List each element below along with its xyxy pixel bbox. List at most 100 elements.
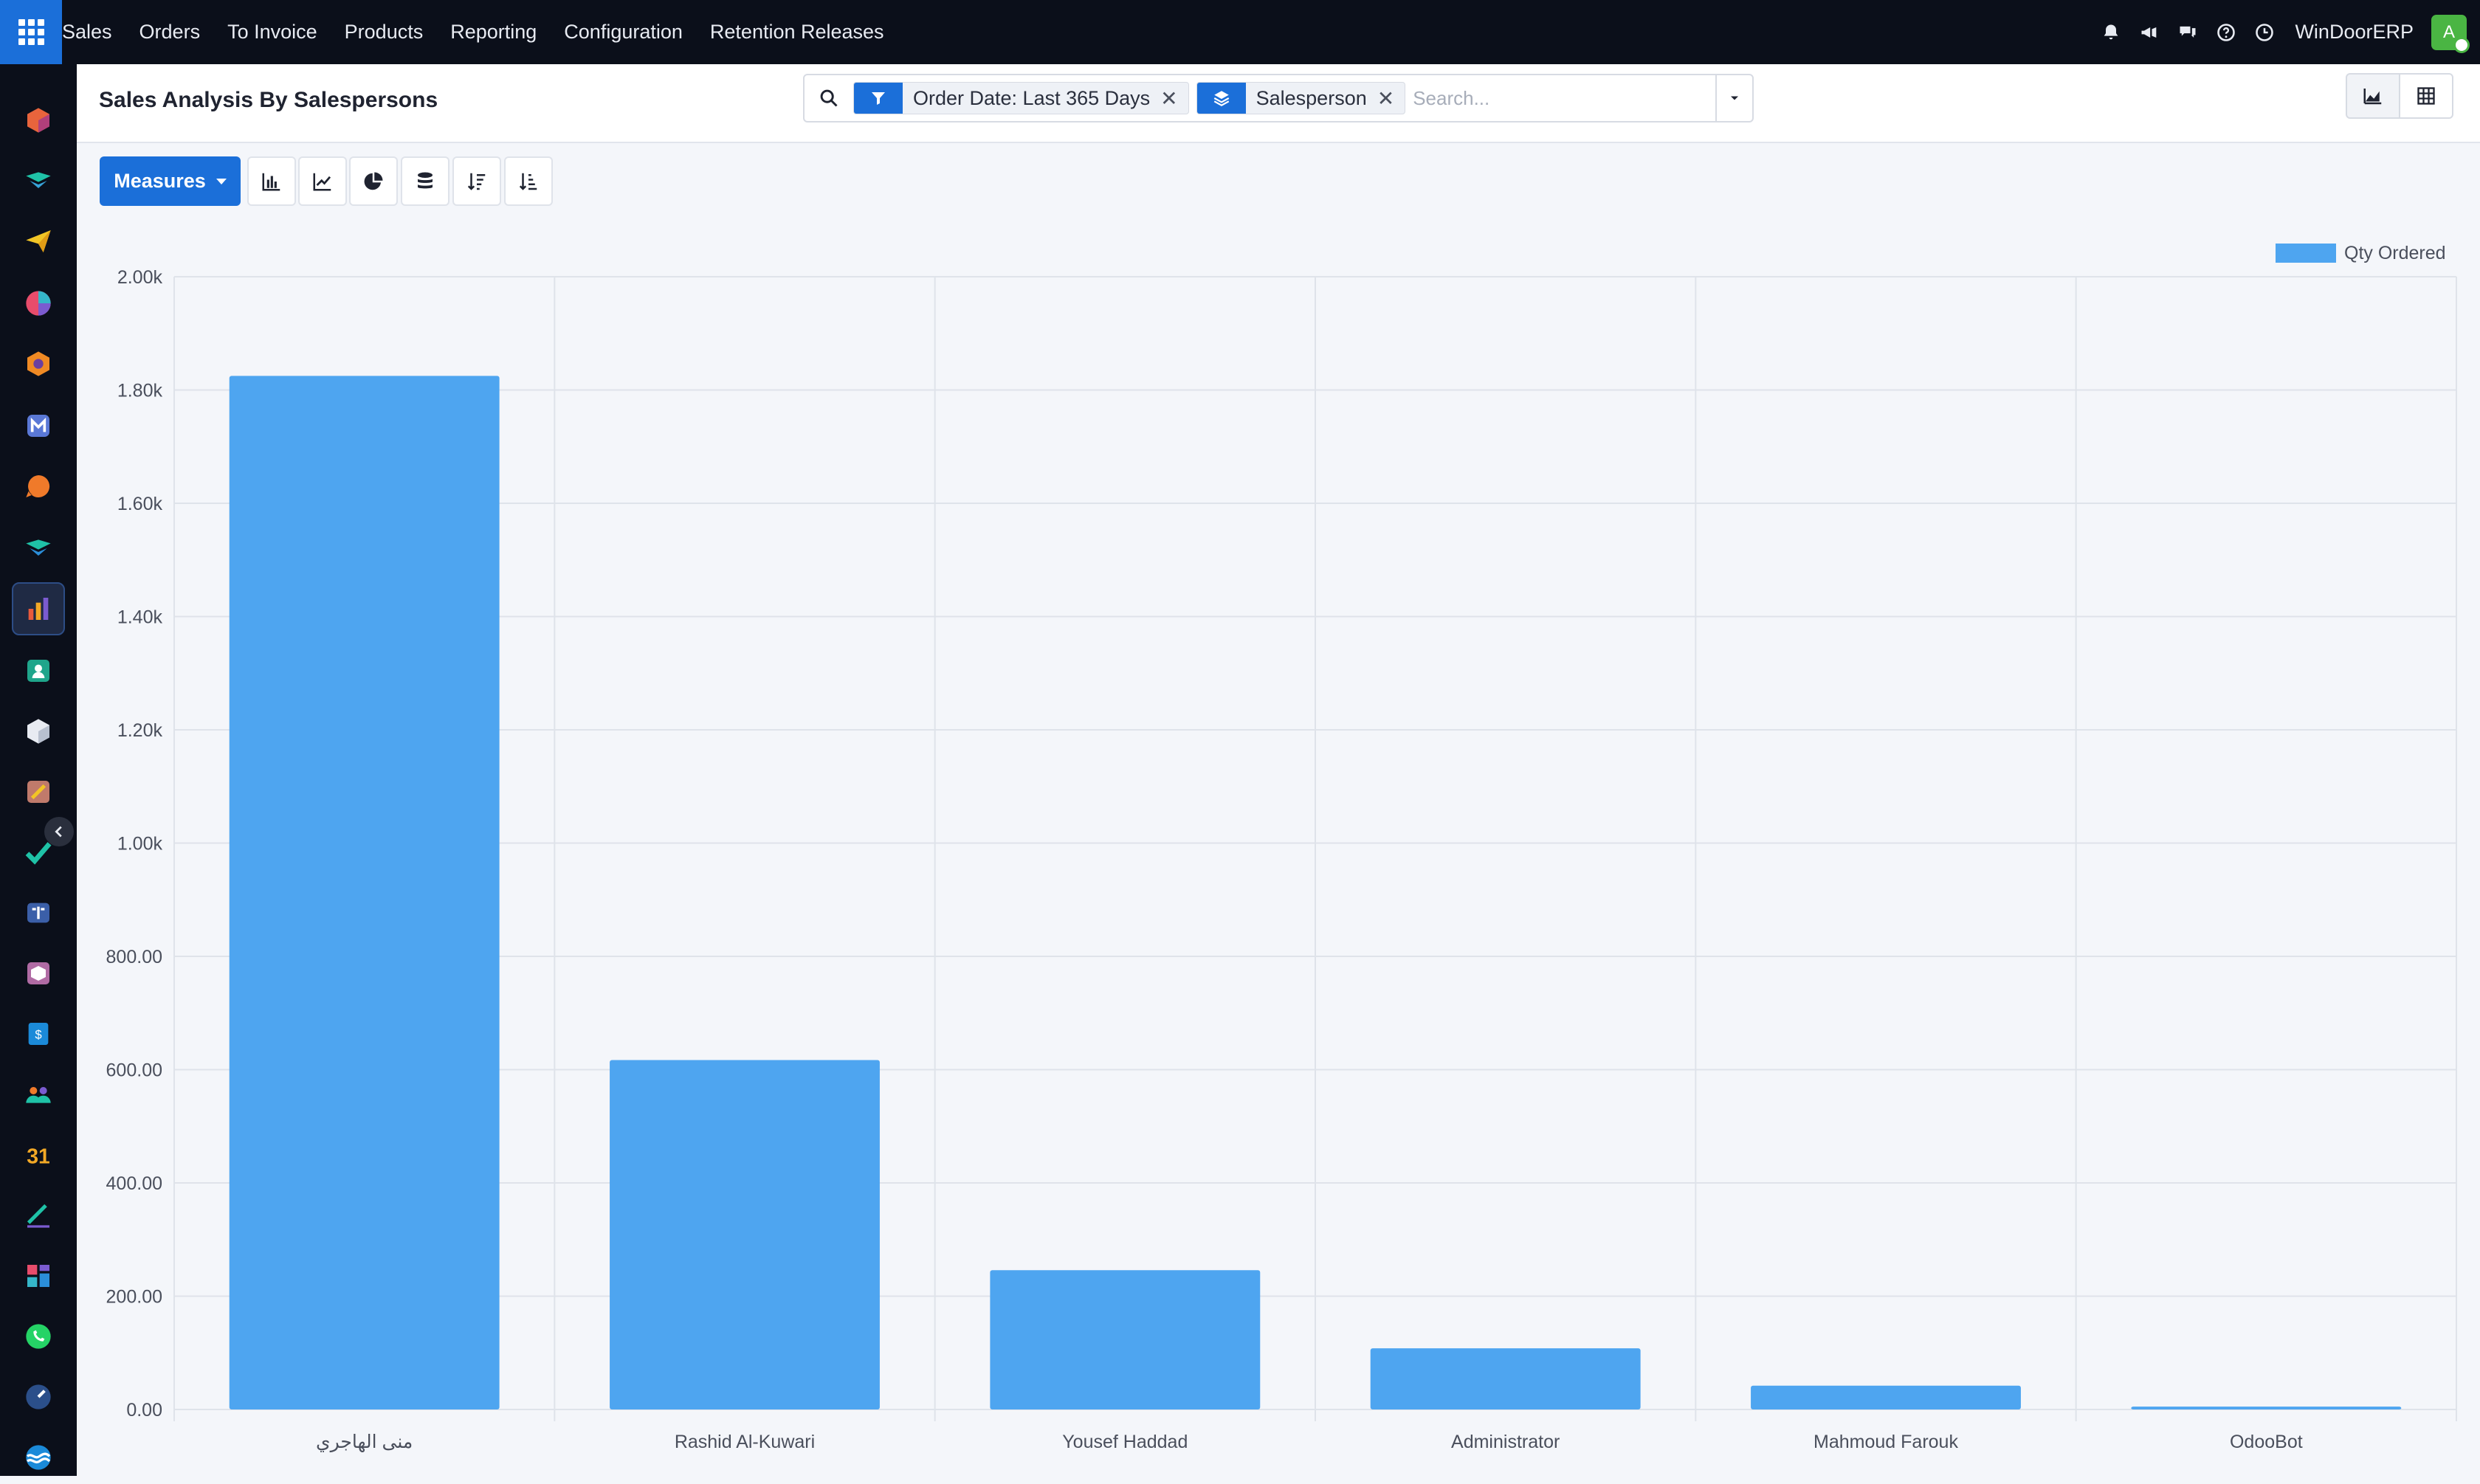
sidebar-app-contacts-icon[interactable] — [12, 644, 65, 697]
chat-icon[interactable] — [2177, 21, 2199, 44]
sidebar-app-paperplane-icon[interactable] — [12, 215, 65, 268]
chevron-left-icon — [55, 826, 62, 838]
y-tick-label: 1.20k — [117, 720, 163, 741]
bar[interactable] — [1751, 1385, 2021, 1409]
sidebar-collapse-button[interactable] — [44, 817, 74, 846]
measures-dropdown-button[interactable]: Measures — [100, 156, 241, 206]
user-avatar[interactable]: A — [2431, 14, 2470, 53]
megaphone-icon[interactable] — [2138, 21, 2160, 44]
sidebar-app-sign-icon[interactable] — [12, 1189, 65, 1242]
page-title: Sales Analysis By Salespersons — [99, 88, 438, 112]
line-chart-icon — [313, 173, 331, 190]
sidebar-app-mail-icon[interactable] — [12, 399, 65, 452]
bell-icon[interactable] — [2100, 21, 2122, 44]
control-panel: Sales Analysis By Salespersons Order Dat… — [77, 64, 2480, 143]
remove-groupby-icon[interactable]: ✕ — [1377, 86, 1405, 111]
graph-view-button[interactable] — [2346, 73, 2400, 119]
bar-chart-icon — [262, 173, 280, 190]
x-tick-label: Rashid Al-Kuwari — [675, 1432, 815, 1452]
y-tick-label: 1.80k — [117, 381, 163, 401]
sidebar-app-layers-icon[interactable] — [12, 522, 65, 575]
bar[interactable] — [1370, 1348, 1641, 1409]
y-tick-label: 600.00 — [106, 1060, 162, 1081]
search-bar: Order Date: Last 365 Days ✕ Salesperson … — [803, 74, 1754, 122]
menu-retention-releases[interactable]: Retention Releases — [710, 21, 884, 44]
stacked-icon — [418, 172, 433, 188]
area-chart-icon — [2363, 89, 2382, 105]
x-tick-label: OdooBot — [2230, 1432, 2303, 1452]
company-name[interactable]: WinDoorERP — [2295, 21, 2414, 44]
sidebar-app-box-icon[interactable] — [12, 947, 65, 1000]
menu-sales[interactable]: Sales — [62, 21, 112, 44]
y-tick-label: 0.00 — [126, 1400, 162, 1421]
sidebar-app-team-icon[interactable] — [12, 1068, 65, 1121]
bar[interactable] — [990, 1270, 1261, 1409]
remove-filter-icon[interactable]: ✕ — [1160, 86, 1188, 111]
sort-ascending-button[interactable] — [504, 156, 553, 206]
sidebar-app-gauge-icon[interactable] — [12, 1370, 65, 1423]
menu-to-invoice[interactable]: To Invoice — [227, 21, 317, 44]
filter-facet: Order Date: Last 365 Days ✕ — [853, 82, 1189, 114]
sidebar-app-hexagon-icon[interactable] — [12, 337, 65, 390]
search-input[interactable] — [1413, 80, 1715, 117]
y-tick-label: 400.00 — [106, 1173, 162, 1194]
caret-down-icon — [216, 178, 227, 184]
search-icon[interactable] — [805, 75, 853, 121]
sidebar-app-invoice-icon[interactable]: $ — [12, 1007, 65, 1060]
table-icon — [2417, 87, 2435, 105]
x-tick-label: Administrator — [1451, 1432, 1560, 1452]
menu-configuration[interactable]: Configuration — [564, 21, 683, 44]
svg-text:$: $ — [35, 1028, 41, 1042]
line-chart-button[interactable] — [298, 156, 347, 206]
sidebar-app-waves-icon[interactable] — [12, 1431, 65, 1484]
x-axis-labels: منى الهاجري Rashid Al-Kuwari Yousef Haddad… — [316, 1432, 2303, 1453]
presence-dot — [2453, 36, 2470, 53]
x-tick-label: منى الهاجري — [316, 1432, 413, 1453]
bar[interactable] — [229, 376, 500, 1409]
y-tick-label: 2.00k — [117, 267, 163, 288]
pivot-view-button[interactable] — [2399, 73, 2453, 119]
sidebar-app-inventory-icon[interactable] — [12, 705, 65, 758]
sidebar-app-discuss-icon[interactable] — [12, 460, 65, 513]
chart-legend[interactable]: Qty Ordered — [2276, 243, 2446, 263]
sidebar-app-whatsapp-icon[interactable] — [12, 1310, 65, 1363]
x-tick-label: Mahmoud Farouk — [1814, 1432, 1958, 1452]
bar[interactable] — [610, 1060, 880, 1409]
sidebar-app-calendar-icon[interactable]: 31 — [12, 1128, 65, 1181]
sidebar-app-cube-icon[interactable] — [12, 94, 65, 147]
y-axis-ticks: 0.00 200.00 400.00 600.00 800.00 1.00k 1.20k 1.… — [106, 267, 163, 1421]
sidebar-app-sales-icon[interactable] — [12, 582, 65, 635]
grid-icon — [18, 19, 44, 45]
y-tick-label: 1.00k — [117, 834, 163, 855]
app-menu-button[interactable] — [0, 0, 62, 64]
clock-icon[interactable] — [2253, 21, 2276, 44]
stacked-button[interactable] — [401, 156, 450, 206]
sort-ascending-icon — [519, 173, 537, 190]
legend-label: Qty Ordered — [2344, 243, 2446, 263]
help-icon[interactable] — [2215, 21, 2237, 44]
graph-chart: 0.00 200.00 400.00 600.00 800.00 1.00k 1.20k 1.… — [106, 243, 2457, 1453]
sidebar-app-book-icon[interactable] — [12, 886, 65, 939]
menu-products[interactable]: Products — [345, 21, 424, 44]
pie-chart-button[interactable] — [349, 156, 398, 206]
y-tick-label: 1.40k — [117, 607, 163, 628]
sort-descending-icon — [467, 173, 486, 190]
svg-text:31: 31 — [27, 1145, 50, 1169]
pie-chart-icon — [364, 172, 383, 190]
search-options-toggle[interactable] — [1715, 75, 1752, 121]
bar[interactable] — [2131, 1407, 2402, 1409]
bar-chart-button[interactable] — [247, 156, 296, 206]
sidebar-app-pie-icon[interactable] — [12, 277, 65, 330]
groupby-facet-label: Salesperson — [1256, 86, 1367, 109]
main-menu: Sales Orders To Invoice Products Reporti… — [62, 0, 912, 64]
group-by-icon — [1196, 83, 1246, 114]
sort-descending-button[interactable] — [452, 156, 501, 206]
sidebar-app-tools-icon[interactable] — [12, 765, 65, 818]
sidebar-app-dashboard-icon[interactable] — [12, 1249, 65, 1302]
caret-down-icon — [1731, 96, 1738, 100]
systray: WinDoorERP A — [2084, 0, 2470, 64]
app-sidebar: $ 31 — [0, 64, 77, 1476]
menu-orders[interactable]: Orders — [140, 21, 201, 44]
sidebar-app-stack-icon[interactable] — [12, 154, 65, 207]
menu-reporting[interactable]: Reporting — [450, 21, 537, 44]
